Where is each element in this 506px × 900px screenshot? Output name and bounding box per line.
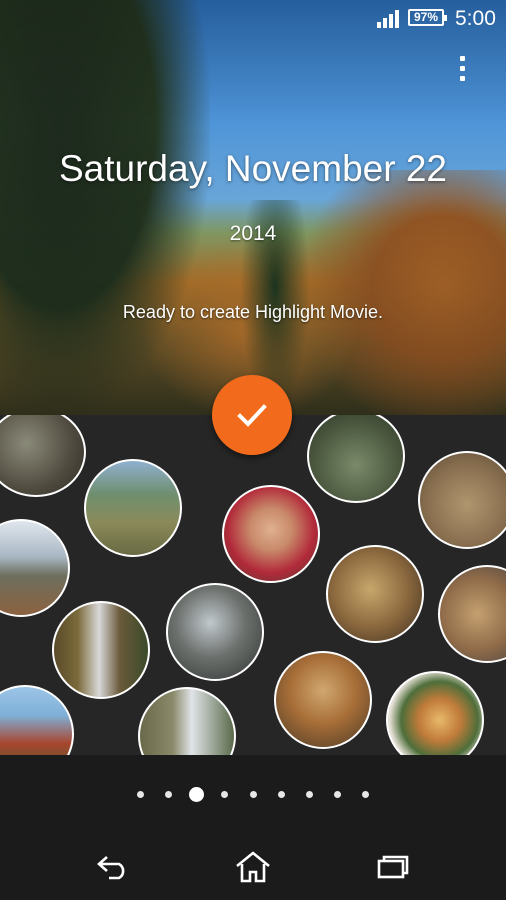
page-dot[interactable] xyxy=(306,791,313,798)
page-dot[interactable] xyxy=(250,791,257,798)
home-icon xyxy=(236,851,270,883)
page-dot[interactable] xyxy=(278,791,285,798)
signal-icon xyxy=(377,10,399,28)
photo-autumn-valley[interactable] xyxy=(0,685,74,755)
photo-rock-cave[interactable] xyxy=(0,415,86,497)
photo-grilled-fish[interactable] xyxy=(326,545,424,643)
photo-boy-selfie[interactable] xyxy=(222,485,320,583)
photo-hiker-mountain[interactable] xyxy=(84,459,182,557)
photo-river-cascade[interactable] xyxy=(138,687,236,755)
hero-cover-photo xyxy=(0,0,506,415)
photo-autumn-trees[interactable] xyxy=(274,651,372,749)
clock: 5:00 xyxy=(455,7,496,30)
back-icon xyxy=(97,856,125,880)
page-dot[interactable] xyxy=(165,791,172,798)
photo-fish-rack[interactable] xyxy=(438,565,506,663)
recent-apps-button[interactable] xyxy=(363,847,423,887)
page-dot[interactable] xyxy=(362,791,369,798)
photo-stream-rocks[interactable] xyxy=(166,583,264,681)
battery-percent: 97% xyxy=(413,10,439,24)
page-dot[interactable] xyxy=(221,791,228,798)
create-highlight-button[interactable] xyxy=(212,375,292,455)
battery-icon: 97% xyxy=(408,9,447,26)
page-indicator xyxy=(0,755,506,835)
page-dot[interactable] xyxy=(137,791,144,798)
back-button[interactable] xyxy=(83,847,143,887)
photo-forest-floor[interactable] xyxy=(418,451,506,549)
navigation-bar xyxy=(0,835,506,900)
recent-apps-icon xyxy=(377,855,409,879)
checkmark-icon xyxy=(237,404,267,427)
status-message: Ready to create Highlight Movie. xyxy=(122,302,384,322)
photo-waterfall[interactable] xyxy=(52,601,150,699)
photo-bubble-grid xyxy=(0,415,506,755)
status-bar: 97% 5:00 xyxy=(0,0,506,38)
overflow-menu-icon[interactable] xyxy=(456,56,468,88)
year-label: 2014 xyxy=(229,222,277,245)
page-dot-active[interactable] xyxy=(189,787,204,802)
page-dot[interactable] xyxy=(334,791,341,798)
photo-mountain-view[interactable] xyxy=(0,519,70,617)
date-title: Saturday, November 22 xyxy=(58,148,447,189)
photo-noodle-bowl[interactable] xyxy=(386,671,484,755)
photo-family-trail[interactable] xyxy=(307,415,405,503)
home-button[interactable] xyxy=(223,847,283,887)
